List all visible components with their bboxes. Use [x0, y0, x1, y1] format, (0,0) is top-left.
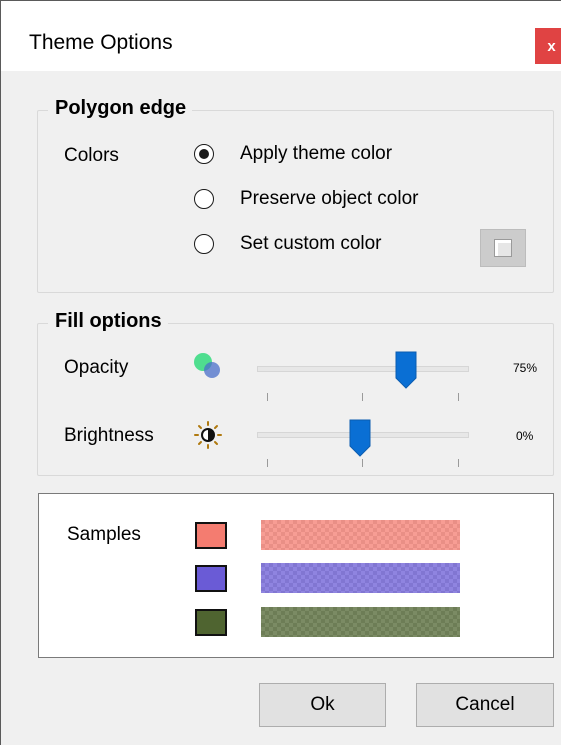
- radio-button[interactable]: [194, 234, 214, 254]
- sample-color-swatch: [195, 565, 227, 592]
- samples-label: Samples: [67, 524, 141, 545]
- brightness-slider-thumb[interactable]: [349, 419, 371, 457]
- opacity-value: 75%: [513, 361, 538, 375]
- radio-button[interactable]: [194, 189, 214, 209]
- sample-color-swatch: [195, 609, 227, 636]
- brightness-tick: [362, 459, 363, 467]
- radio-label: Preserve object color: [240, 188, 419, 209]
- radio-set-custom-color[interactable]: Set custom color: [194, 233, 382, 255]
- polygon-edge-title: Polygon edge: [48, 97, 193, 120]
- sample-transparency-bar: [261, 563, 460, 593]
- ok-button[interactable]: Ok: [259, 683, 386, 727]
- color-swatch-icon: [494, 239, 512, 257]
- radio-apply-theme-color[interactable]: Apply theme color: [194, 143, 392, 165]
- fill-options-title: Fill options: [48, 310, 168, 333]
- sample-color-swatch: [195, 522, 227, 549]
- brightness-tick: [267, 459, 268, 467]
- close-button[interactable]: x: [535, 28, 561, 64]
- title-bar[interactable]: Theme Options x: [1, 1, 561, 71]
- radio-selected-dot: [199, 149, 209, 159]
- opacity-tick: [458, 393, 459, 401]
- radio-button[interactable]: [194, 144, 214, 164]
- sample-transparency-bar: [261, 607, 460, 637]
- custom-color-button[interactable]: [480, 229, 526, 267]
- brightness-icon: [194, 421, 222, 449]
- fill-options-group: Fill options: [37, 310, 554, 476]
- opacity-label: Opacity: [64, 357, 129, 378]
- window-title: Theme Options: [29, 31, 173, 54]
- brightness-value: 0%: [516, 429, 534, 443]
- brightness-tick: [458, 459, 459, 467]
- cancel-button[interactable]: Cancel: [416, 683, 554, 727]
- sample-transparency-bar: [261, 520, 460, 550]
- opacity-tick: [267, 393, 268, 401]
- theme-options-dialog: Theme Options x Polygon edge Colors Appl…: [0, 0, 561, 745]
- opacity-circles-icon: [194, 353, 220, 378]
- close-icon: x: [547, 37, 556, 55]
- radio-label: Apply theme color: [240, 143, 393, 164]
- brightness-label: Brightness: [64, 425, 154, 446]
- opacity-slider-track[interactable]: [257, 366, 469, 372]
- radio-label: Set custom color: [240, 233, 382, 254]
- colors-label: Colors: [64, 145, 119, 166]
- radio-preserve-object-color[interactable]: Preserve object color: [194, 188, 418, 210]
- opacity-tick: [362, 393, 363, 401]
- opacity-slider-thumb[interactable]: [395, 351, 417, 389]
